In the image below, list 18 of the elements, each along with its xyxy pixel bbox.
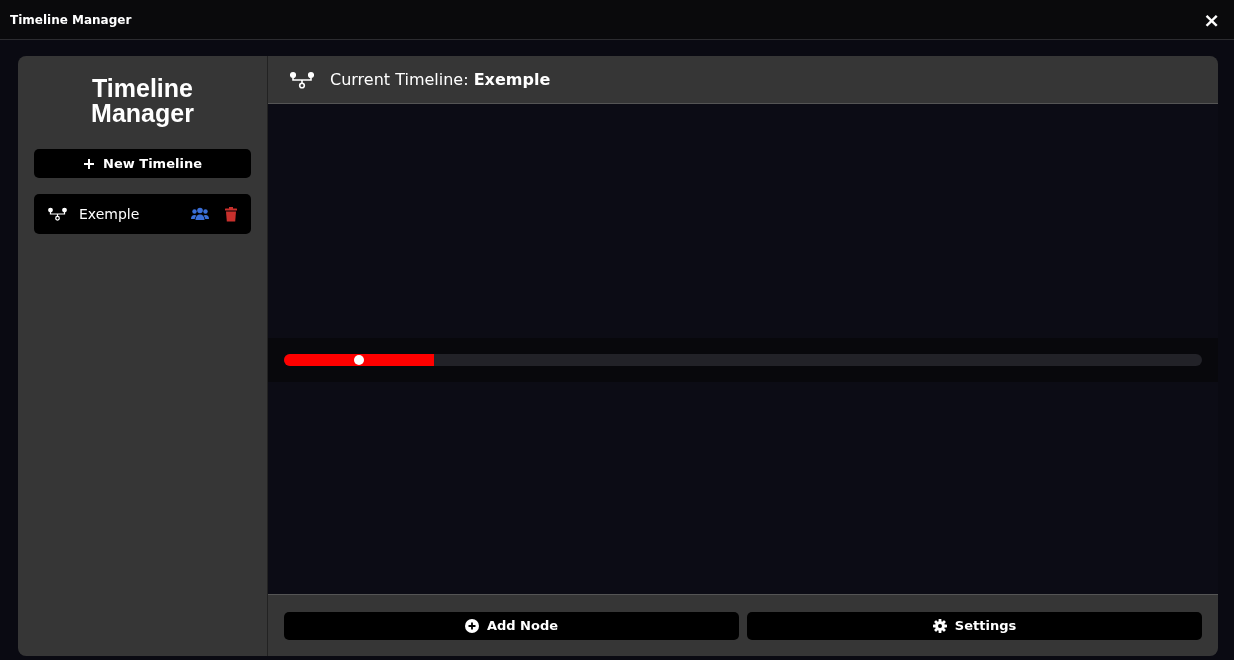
plus-circle-icon xyxy=(464,618,479,633)
settings-button[interactable]: Settings xyxy=(747,611,1202,640)
timeline-icon xyxy=(48,207,67,221)
add-node-button[interactable]: Add Node xyxy=(284,611,739,640)
plus-icon xyxy=(83,157,96,170)
node-dot[interactable] xyxy=(353,355,364,365)
users-icon[interactable] xyxy=(191,207,209,221)
close-button[interactable]: × xyxy=(1199,9,1224,30)
timeline-icon xyxy=(290,70,314,89)
timeline-list-item[interactable]: Exemple xyxy=(34,194,251,234)
timeline-name: Exemple xyxy=(79,204,141,224)
timeline-track[interactable] xyxy=(284,354,1202,366)
current-timeline-label: Current Timeline: Exemple xyxy=(330,68,551,91)
window-title: Timeline Manager xyxy=(10,11,132,29)
trash-icon[interactable] xyxy=(225,206,237,222)
new-timeline-button[interactable]: New Timeline xyxy=(34,149,251,178)
settings-icon xyxy=(932,618,947,633)
sidebar-title: Timeline Manager xyxy=(90,76,195,126)
